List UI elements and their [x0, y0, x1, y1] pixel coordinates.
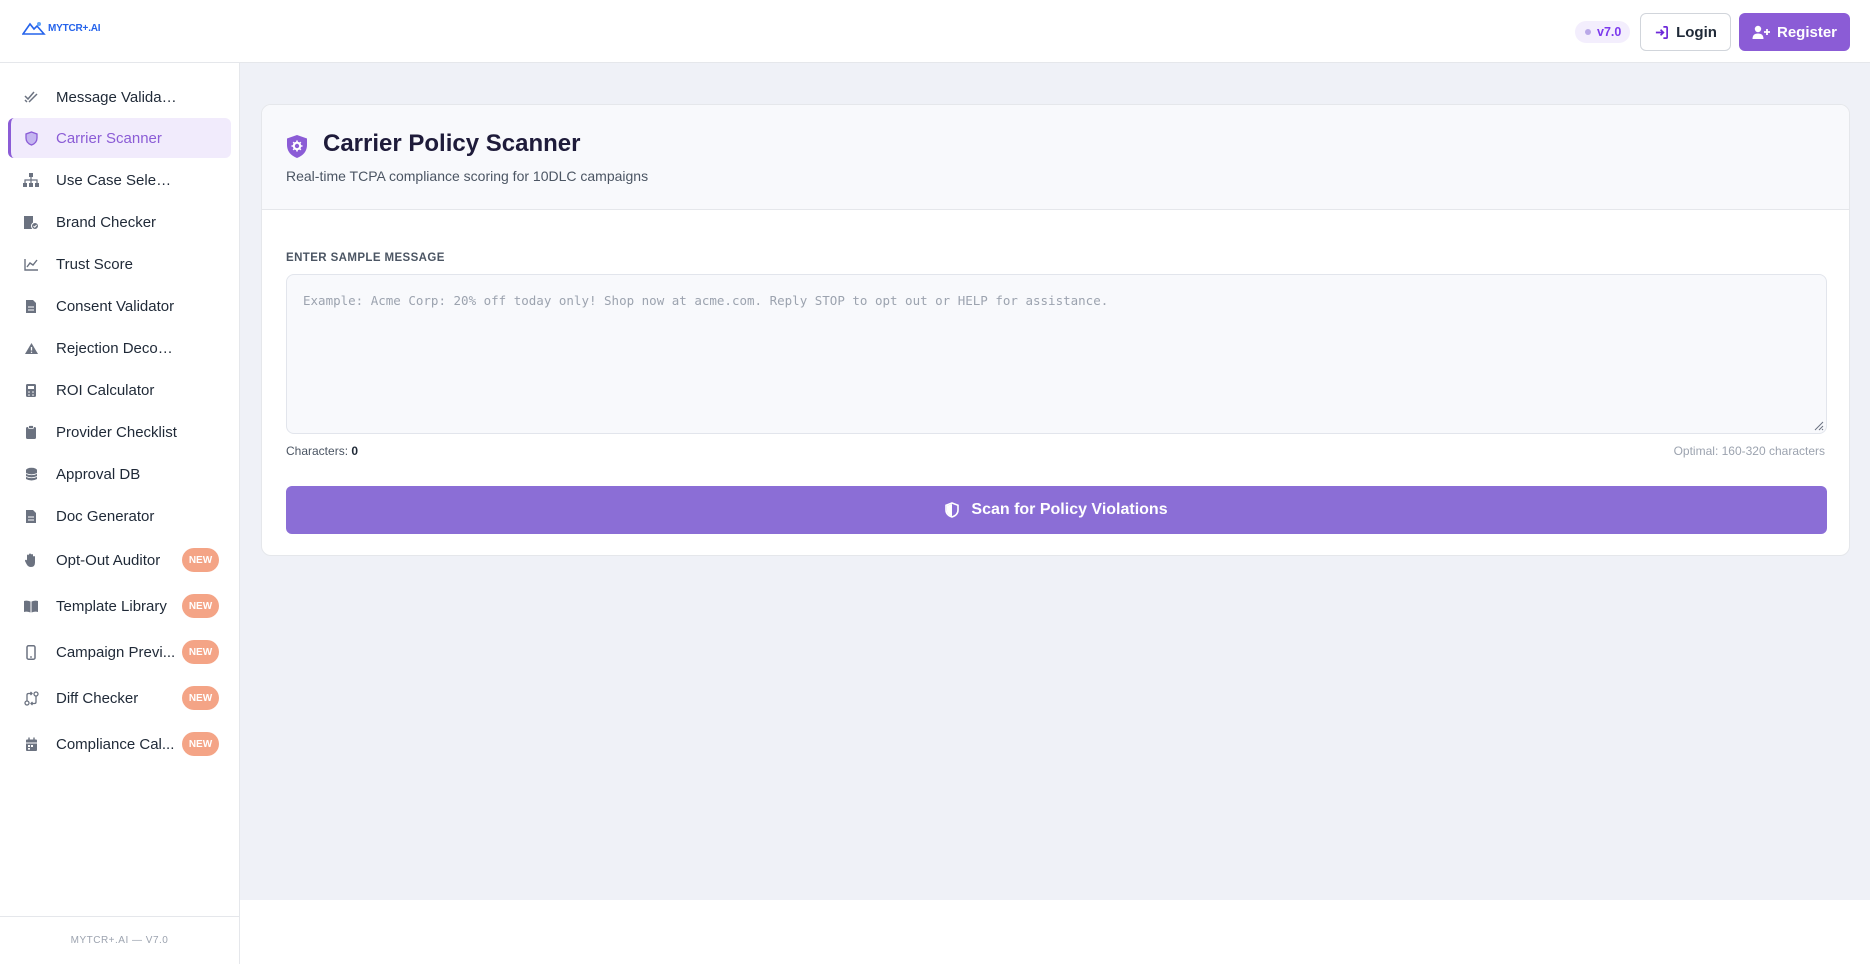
scanner-card: Carrier Policy Scanner Real-time TCPA co… [261, 104, 1850, 556]
sidebar-item-use-case-selector[interactable]: Use Case Selector [8, 160, 231, 200]
sidebar-item-label: Campaign Previ... [56, 643, 176, 661]
sidebar-item-label: Use Case Selector [56, 171, 178, 189]
sidebar: Message Validator Carrier Scanner Use Ca… [0, 63, 240, 964]
new-badge: NEW [182, 686, 219, 710]
scan-button-label: Scan for Policy Violations [971, 501, 1168, 518]
sidebar-item-diff-checker[interactable]: Diff Checker NEW [8, 678, 231, 718]
logo-text: MYTCR+.AI [48, 22, 101, 34]
user-plus-icon [1752, 25, 1770, 39]
register-label: Register [1776, 23, 1838, 41]
sidebar-item-label: Message Validator [56, 88, 178, 106]
page-subtitle: Real-time TCPA compliance scoring for 10… [286, 168, 649, 184]
scan-button[interactable]: Scan for Policy Violations [286, 486, 1827, 534]
sidebar-item-label: Approval DB [56, 465, 141, 483]
new-badge: NEW [182, 548, 219, 572]
status-dot-icon [1585, 29, 1591, 35]
code-compare-icon [23, 690, 39, 706]
new-badge: NEW [182, 640, 219, 664]
database-icon [23, 466, 39, 482]
sidebar-item-roi-calculator[interactable]: ROI Calculator [8, 370, 231, 410]
page-title: Carrier Policy Scanner [323, 130, 581, 157]
login-button[interactable]: Login [1640, 13, 1731, 51]
hand-icon [23, 552, 39, 568]
book-icon [23, 598, 39, 614]
calculator-icon [23, 382, 39, 398]
chart-line-icon [23, 256, 39, 272]
sidebar-item-provider-checklist[interactable]: Provider Checklist [8, 412, 231, 452]
calendar-icon [23, 736, 39, 752]
sidebar-item-trust-score[interactable]: Trust Score [8, 244, 231, 284]
char-count-value: 0 [351, 444, 359, 458]
sidebar-item-message-validator[interactable]: Message Validator [8, 77, 231, 117]
sample-message-input[interactable] [286, 274, 1827, 434]
sidebar-item-label: Provider Checklist [56, 423, 177, 441]
sidebar-item-approval-db[interactable]: Approval DB [8, 454, 231, 494]
sign-in-icon [1655, 25, 1669, 39]
message-field-label: ENTER SAMPLE MESSAGE [286, 252, 445, 264]
sidebar-item-doc-generator[interactable]: Doc Generator [8, 496, 231, 536]
sidebar-item-template-library[interactable]: Template Library NEW [8, 586, 231, 626]
new-badge: NEW [182, 594, 219, 618]
shield-icon [23, 130, 39, 146]
sidebar-item-opt-out-auditor[interactable]: Opt-Out Auditor NEW [8, 540, 231, 580]
brand-logo[interactable]: MYTCR+.AI [22, 20, 101, 36]
char-count-label: Characters: [286, 444, 349, 458]
sidebar-item-consent-validator[interactable]: Consent Validator [8, 286, 231, 326]
sidebar-item-label: ROI Calculator [56, 381, 155, 399]
sidebar-item-label: Consent Validator [56, 297, 175, 315]
sidebar-item-label: Brand Checker [56, 213, 157, 231]
main-content: Carrier Policy Scanner Real-time TCPA co… [240, 63, 1870, 900]
sidebar-item-label: Compliance Cal... [56, 735, 175, 753]
check-double-icon [23, 89, 39, 105]
login-label: Login [1676, 23, 1717, 41]
shield-half-icon [945, 502, 960, 518]
shield-gear-icon [287, 135, 307, 158]
sidebar-item-compliance-calendar[interactable]: Compliance Cal... NEW [8, 724, 231, 764]
clipboard-icon [23, 424, 39, 440]
new-badge: NEW [182, 732, 219, 756]
top-header: MYTCR+.AI v7.0 Login Register [0, 0, 1870, 63]
sitemap-icon [23, 172, 39, 188]
sidebar-item-label: Trust Score [56, 255, 133, 273]
version-text: v7.0 [1597, 25, 1622, 39]
sidebar-footer: MYTCR+.AI — V7.0 [0, 916, 239, 964]
warning-triangle-icon [23, 340, 39, 356]
optimal-length-hint: Optimal: 160-320 characters [1673, 444, 1825, 458]
register-button[interactable]: Register [1739, 13, 1850, 51]
sidebar-item-label: Doc Generator [56, 507, 155, 525]
sidebar-item-label: Opt-Out Auditor [56, 551, 161, 569]
sidebar-item-label: Template Library [56, 597, 167, 615]
sidebar-item-rejection-decoder[interactable]: Rejection Decoder [8, 328, 231, 368]
version-badge: v7.0 [1575, 21, 1631, 43]
sidebar-item-label: Carrier Scanner [56, 129, 162, 147]
card-header: Carrier Policy Scanner Real-time TCPA co… [262, 105, 1849, 210]
file-icon [23, 508, 39, 524]
resize-handle-icon[interactable] [1812, 419, 1824, 431]
character-count: Characters: 0 [286, 444, 358, 458]
sidebar-item-carrier-scanner[interactable]: Carrier Scanner [8, 118, 231, 158]
sidebar-item-brand-checker[interactable]: Brand Checker [8, 202, 231, 242]
mobile-icon [23, 644, 39, 660]
logo-mountain-icon [22, 22, 46, 35]
building-check-icon [23, 214, 39, 230]
sidebar-item-campaign-preview[interactable]: Campaign Previ... NEW [8, 632, 231, 672]
page-footer-area [240, 900, 1870, 964]
sidebar-item-label: Diff Checker [56, 689, 139, 707]
sidebar-item-label: Rejection Decoder [56, 339, 178, 357]
file-icon [23, 298, 39, 314]
